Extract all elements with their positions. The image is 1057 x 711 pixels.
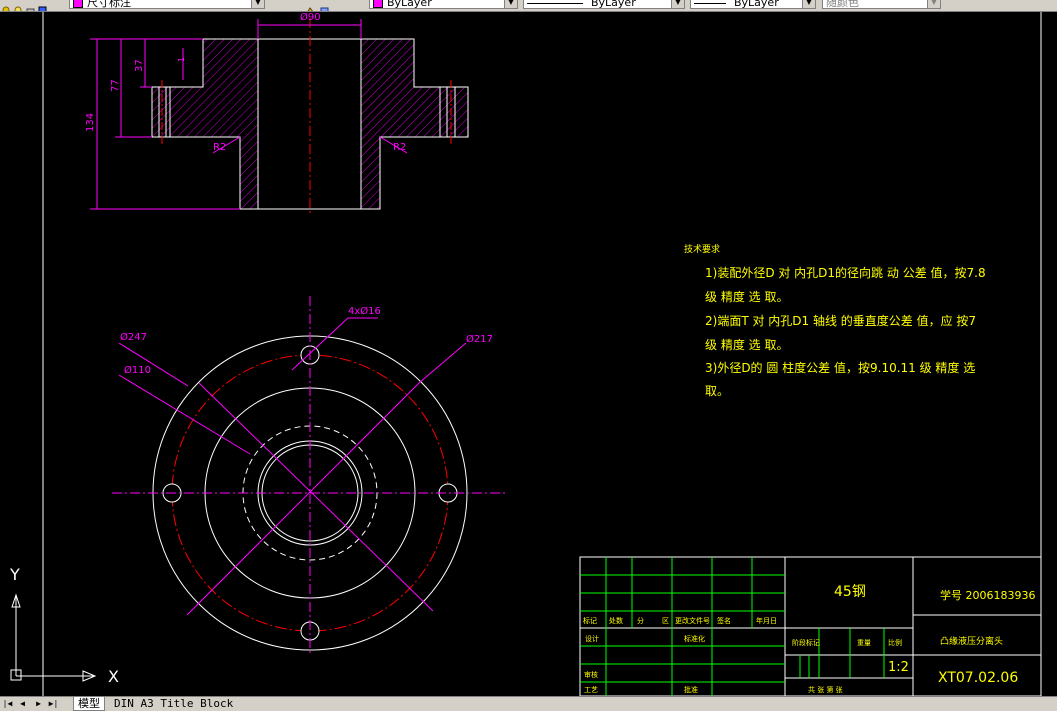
dim-top: Ø90 — [300, 12, 321, 23]
color-value: ByLayer — [387, 0, 432, 9]
rev-header: 年月日 — [756, 616, 777, 625]
tab-model[interactable]: 模型 — [73, 697, 105, 711]
rev-header: 分 — [637, 616, 644, 625]
dim-d217: Ø217 — [466, 333, 493, 345]
rev-header: 更改文件号 — [675, 616, 710, 625]
drawing-no: XT07.02.06 — [938, 670, 1018, 686]
linetype-preview — [527, 2, 583, 4]
rev-header: 标记 — [583, 616, 597, 625]
label-sheets: 共 张 第 张 — [808, 685, 843, 694]
rev-header: 签名 — [717, 616, 731, 625]
label-approve: 批准 — [684, 685, 698, 694]
chevron-down-icon[interactable]: ▼ — [251, 0, 264, 8]
part-name: 凸缘液压分离头 — [940, 635, 1003, 647]
dim-134: 134 — [85, 113, 96, 132]
radius-left: R2 — [213, 142, 226, 153]
material: 45钢 — [834, 584, 866, 600]
color-select[interactable]: ByLayer ▼ — [369, 0, 518, 9]
technical-notes[interactable]: 技术要求 1)装配外径D 对 内孔D1的径向跳 动 公差 值，按7.8 级 精度… — [684, 243, 986, 398]
dimension-style-value: 尺寸标注 — [87, 0, 131, 9]
radius-right: R2 — [393, 142, 406, 153]
dim-d110: Ø110 — [124, 364, 151, 376]
label-stage: 阶段标记 — [792, 638, 820, 647]
plan-view[interactable]: Ø247 Ø110 Ø217 4xØ16 — [112, 296, 508, 656]
layer-color-swatch — [73, 0, 83, 8]
layer-freeze-icon[interactable] — [14, 0, 23, 11]
chevron-down-icon[interactable]: ▼ — [927, 0, 940, 8]
ucs-y-label: Y — [9, 565, 20, 584]
label-review: 审核 — [584, 670, 598, 679]
layout-tabbar: |◀ ◀ ▶ ▶| 模型 DIN A3 Title Block — [0, 696, 1057, 711]
next-tab-icon[interactable]: ▶ — [33, 698, 44, 709]
plot-style-value: 随颜色 — [826, 0, 859, 9]
dim-holes: 4xØ16 — [348, 305, 381, 317]
layer-manager-icon[interactable] — [320, 0, 329, 11]
title-block[interactable]: 标记 处数 分 区 更改文件号 签名 年月日 设计 标准化 审核 工艺 批准 阶… — [579, 556, 1042, 696]
rev-header: 处数 — [609, 616, 623, 625]
linetype-select[interactable]: ByLayer ▼ — [523, 0, 685, 9]
last-tab-icon[interactable]: ▶| — [48, 698, 59, 709]
layer-previous-icon[interactable] — [306, 0, 315, 11]
first-tab-icon[interactable]: |◀ — [2, 698, 13, 709]
note-line: 2)端面T 对 内孔D1 轴线 的垂直度公差 值，应 按7 — [705, 313, 976, 328]
dim-d247: Ø247 — [120, 331, 147, 343]
previous-tab-icon[interactable]: ◀ — [17, 698, 28, 709]
rev-header: 区 — [662, 617, 669, 625]
note-line: 级 精度 选 取。 — [705, 289, 788, 304]
note-line: 1)装配外径D 对 内孔D1的径向跳 动 公差 值，按7.8 — [705, 265, 986, 280]
lineweight-preview — [694, 2, 726, 4]
dimension-style-select[interactable]: 尺寸标注 ▼ — [69, 0, 265, 9]
note-line: 级 精度 选 取。 — [705, 337, 788, 352]
notes-title: 技术要求 — [684, 243, 720, 255]
label-ratio: 比例 — [888, 638, 902, 647]
dim-77: 77 — [110, 79, 121, 92]
properties-toolbar: 尺寸标注 ▼ ByLayer ▼ ByLayer ▼ ByLayer ▼ 随颜色… — [0, 0, 1057, 12]
lineweight-value: ByLayer — [734, 0, 779, 9]
note-line: 3)外径D的 圆 柱度公差 值，按9.10.11 级 精度 选 — [705, 360, 975, 375]
dim-1: 1 — [177, 57, 186, 62]
dim-37: 37 — [134, 59, 145, 72]
layer-color-icon[interactable] — [38, 0, 47, 11]
lineweight-select[interactable]: ByLayer ▼ — [690, 0, 816, 9]
ucs-x-label: X — [108, 667, 119, 686]
label-process: 工艺 — [584, 686, 598, 694]
student-no: 学号 2006183936 — [940, 588, 1035, 602]
label-design: 设计 — [585, 634, 599, 643]
color-swatch — [373, 0, 383, 8]
scale: 1:2 — [888, 660, 909, 675]
chevron-down-icon[interactable]: ▼ — [802, 0, 815, 8]
tab-layout[interactable]: DIN A3 Title Block — [110, 697, 237, 710]
label-weight: 重量 — [857, 639, 871, 647]
layer-lock-icon[interactable] — [26, 0, 35, 11]
chevron-down-icon[interactable]: ▼ — [671, 0, 684, 8]
ucs-icon: Y X — [9, 565, 119, 686]
section-view[interactable]: Ø90 37 77 134 1 R2 R2 — [85, 12, 469, 215]
linetype-value: ByLayer — [591, 0, 636, 9]
plot-style-select[interactable]: 随颜色 ▼ — [822, 0, 941, 9]
drawing-canvas[interactable]: Ø90 37 77 134 1 R2 R2 Ø247 Ø110 Ø217 4xØ… — [0, 12, 1057, 696]
label-standard: 标准化 — [684, 634, 705, 643]
layer-state-icon[interactable] — [2, 0, 11, 11]
chevron-down-icon[interactable]: ▼ — [504, 0, 517, 8]
note-line: 取。 — [705, 384, 729, 398]
